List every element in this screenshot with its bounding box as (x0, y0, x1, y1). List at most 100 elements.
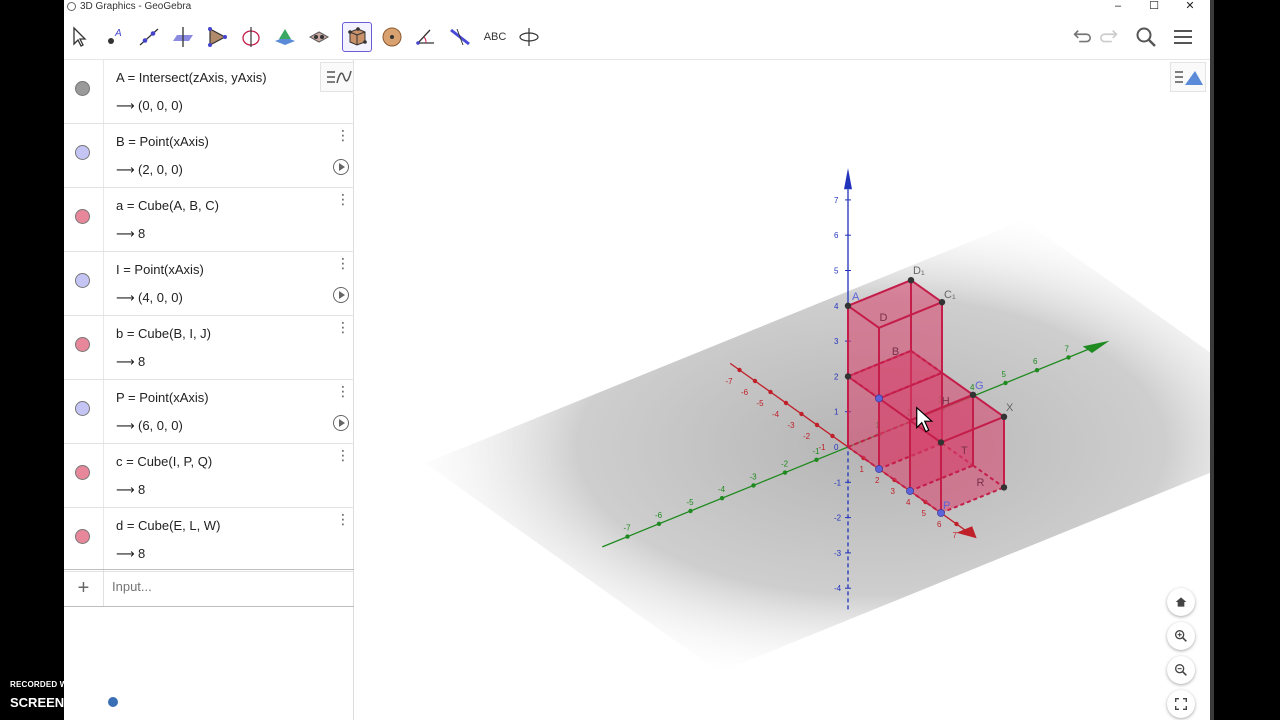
x-tick-label: -7 (726, 377, 734, 386)
maximize-button[interactable]: ☐ (1144, 0, 1164, 14)
algebra-row[interactable]: d = Cube(E, L, W) ⟶ 8 ⋮ (64, 508, 354, 572)
object-definition[interactable]: c = Cube(I, P, Q) (116, 454, 212, 469)
y-axis-tick (688, 508, 693, 514)
algebra-row[interactable]: c = Cube(I, P, Q) ⟶ 8 ⋮ (64, 444, 354, 508)
more-options-icon[interactable]: ⋮ (336, 448, 350, 466)
graphics-3d-view[interactable]: -7 -6 -5 -4 -3 -2 -1 1 2 3 4 5 6 7 -7 -6 -5 -4 -3 -2 -1 1 2 3 4 5… (354, 60, 1210, 720)
object-definition[interactable]: d = Cube(E, L, W) (116, 518, 220, 533)
more-options-icon[interactable]: ⋮ (336, 512, 350, 530)
visibility-toggle[interactable] (75, 465, 90, 480)
point[interactable] (1000, 484, 1008, 491)
point[interactable] (907, 277, 915, 284)
algebra-row[interactable]: b = Cube(B, I, J) ⟶ 8 ⋮ (64, 316, 354, 380)
object-value-text: (0, 0, 0) (138, 98, 183, 113)
object-definition[interactable]: a = Cube(A, B, C) (116, 198, 219, 213)
y-tick-label: 5 (1002, 370, 1007, 379)
reflect-tool[interactable] (445, 22, 475, 52)
search-button[interactable] (1133, 24, 1159, 50)
minimize-button[interactable]: – (1108, 0, 1128, 14)
object-definition[interactable]: B = Point(xAxis) (116, 134, 209, 149)
point[interactable] (875, 394, 883, 403)
more-options-icon[interactable]: ⋮ (336, 128, 350, 146)
polygon-tool[interactable] (202, 22, 232, 52)
visibility-toggle[interactable] (75, 529, 90, 544)
point[interactable] (844, 373, 852, 380)
algebra-input[interactable] (112, 579, 342, 594)
intersect-surfaces-tool[interactable] (270, 22, 300, 52)
close-button[interactable]: ✕ (1180, 0, 1200, 14)
more-options-icon[interactable]: ⋮ (336, 192, 350, 210)
visibility-toggle[interactable] (75, 145, 90, 160)
point[interactable] (906, 487, 914, 495)
window-title: 3D Graphics - GeoGebra (80, 1, 192, 12)
redo-button[interactable] (1097, 24, 1123, 50)
point[interactable] (969, 391, 977, 398)
more-options-icon[interactable]: ⋮ (336, 320, 350, 338)
marble-cell (64, 124, 104, 187)
point-label: P (943, 500, 950, 512)
algebra-row[interactable]: P = Point(xAxis) ⟶ (6, 0, 0) ⋮ (64, 380, 354, 444)
desktop-edge (1210, 0, 1280, 720)
text-tool[interactable]: ABC (480, 22, 510, 52)
marble-cell (64, 508, 104, 571)
more-options-icon[interactable]: ⋮ (336, 256, 350, 274)
play-animation-icon[interactable] (333, 415, 349, 431)
more-options-icon[interactable]: ⋮ (336, 384, 350, 402)
text-icon: ABC (483, 31, 507, 43)
algebra-row[interactable]: I = Point(xAxis) ⟶ (4, 0, 0) ⋮ (64, 252, 354, 316)
point-tool[interactable]: A (100, 22, 130, 52)
arrow-icon: ⟶ (116, 546, 135, 561)
algebra-row[interactable]: A = Intersect(zAxis, yAxis) ⟶ (0, 0, 0) (64, 60, 354, 124)
z-tick-label: 6 (834, 231, 839, 240)
visibility-toggle[interactable] (75, 337, 90, 352)
algebra-style-icon (327, 70, 352, 84)
object-definition[interactable]: b = Cube(B, I, J) (116, 326, 211, 341)
rotate-view-tool[interactable] (514, 22, 544, 52)
z-tick-label: -3 (834, 549, 842, 558)
z-tick-label: 4 (834, 302, 839, 311)
home-button[interactable] (1167, 588, 1195, 616)
point[interactable] (844, 302, 852, 309)
graphics-style-toggle[interactable] (1170, 62, 1206, 92)
cube-tool[interactable] (342, 22, 372, 52)
move-tool[interactable] (64, 22, 94, 52)
x-tick-label: -4 (772, 410, 780, 419)
angle-tool[interactable] (411, 22, 441, 52)
visibility-toggle[interactable] (75, 209, 90, 224)
point[interactable] (937, 439, 945, 446)
main-menu-button[interactable] (1170, 24, 1196, 50)
zoom-out-button[interactable] (1167, 656, 1195, 684)
pyramid-tool[interactable] (304, 22, 334, 52)
arrow-icon: ⟶ (116, 418, 135, 433)
line-tool[interactable] (134, 22, 164, 52)
z-tick-label: 0 (834, 443, 839, 452)
undo-button[interactable] (1068, 24, 1094, 50)
play-animation-icon[interactable] (333, 287, 349, 303)
x-axis-tick (752, 378, 758, 384)
algebra-row[interactable]: a = Cube(A, B, C) ⟶ 8 ⋮ (64, 188, 354, 252)
object-definition[interactable]: P = Point(xAxis) (116, 390, 209, 405)
3d-scene[interactable]: -7-6-5-4-3-2-11234567-7-6-5-4-3-2-112345… (354, 60, 1210, 720)
visibility-toggle[interactable] (75, 273, 90, 288)
geogebra-app-icon (67, 2, 76, 11)
point[interactable] (875, 465, 883, 473)
object-definition[interactable]: I = Point(xAxis) (116, 262, 204, 277)
scene-layer: -7-6-5-4-3-2-11234567-7-6-5-4-3-2-112345… (425, 168, 1210, 673)
fullscreen-button[interactable] (1167, 690, 1195, 718)
z-tick-label: 1 (834, 408, 839, 417)
circle-axis-tool[interactable] (236, 22, 266, 52)
add-input-button[interactable]: + (64, 570, 104, 606)
y-axis-tick (625, 534, 630, 539)
undo-icon (1073, 29, 1091, 43)
point[interactable] (1000, 413, 1008, 420)
sphere-tool[interactable] (377, 22, 407, 52)
play-animation-icon[interactable] (333, 159, 349, 175)
algebra-row[interactable]: B = Point(xAxis) ⟶ (2, 0, 0) ⋮ (64, 124, 354, 188)
algebra-style-toggle[interactable] (320, 62, 354, 92)
visibility-toggle[interactable] (75, 81, 90, 96)
x-tick-label: 2 (875, 476, 880, 485)
perpendicular-tool[interactable] (168, 22, 198, 52)
zoom-in-button[interactable] (1167, 622, 1195, 650)
object-definition[interactable]: A = Intersect(zAxis, yAxis) (116, 70, 267, 85)
visibility-toggle[interactable] (75, 401, 90, 416)
